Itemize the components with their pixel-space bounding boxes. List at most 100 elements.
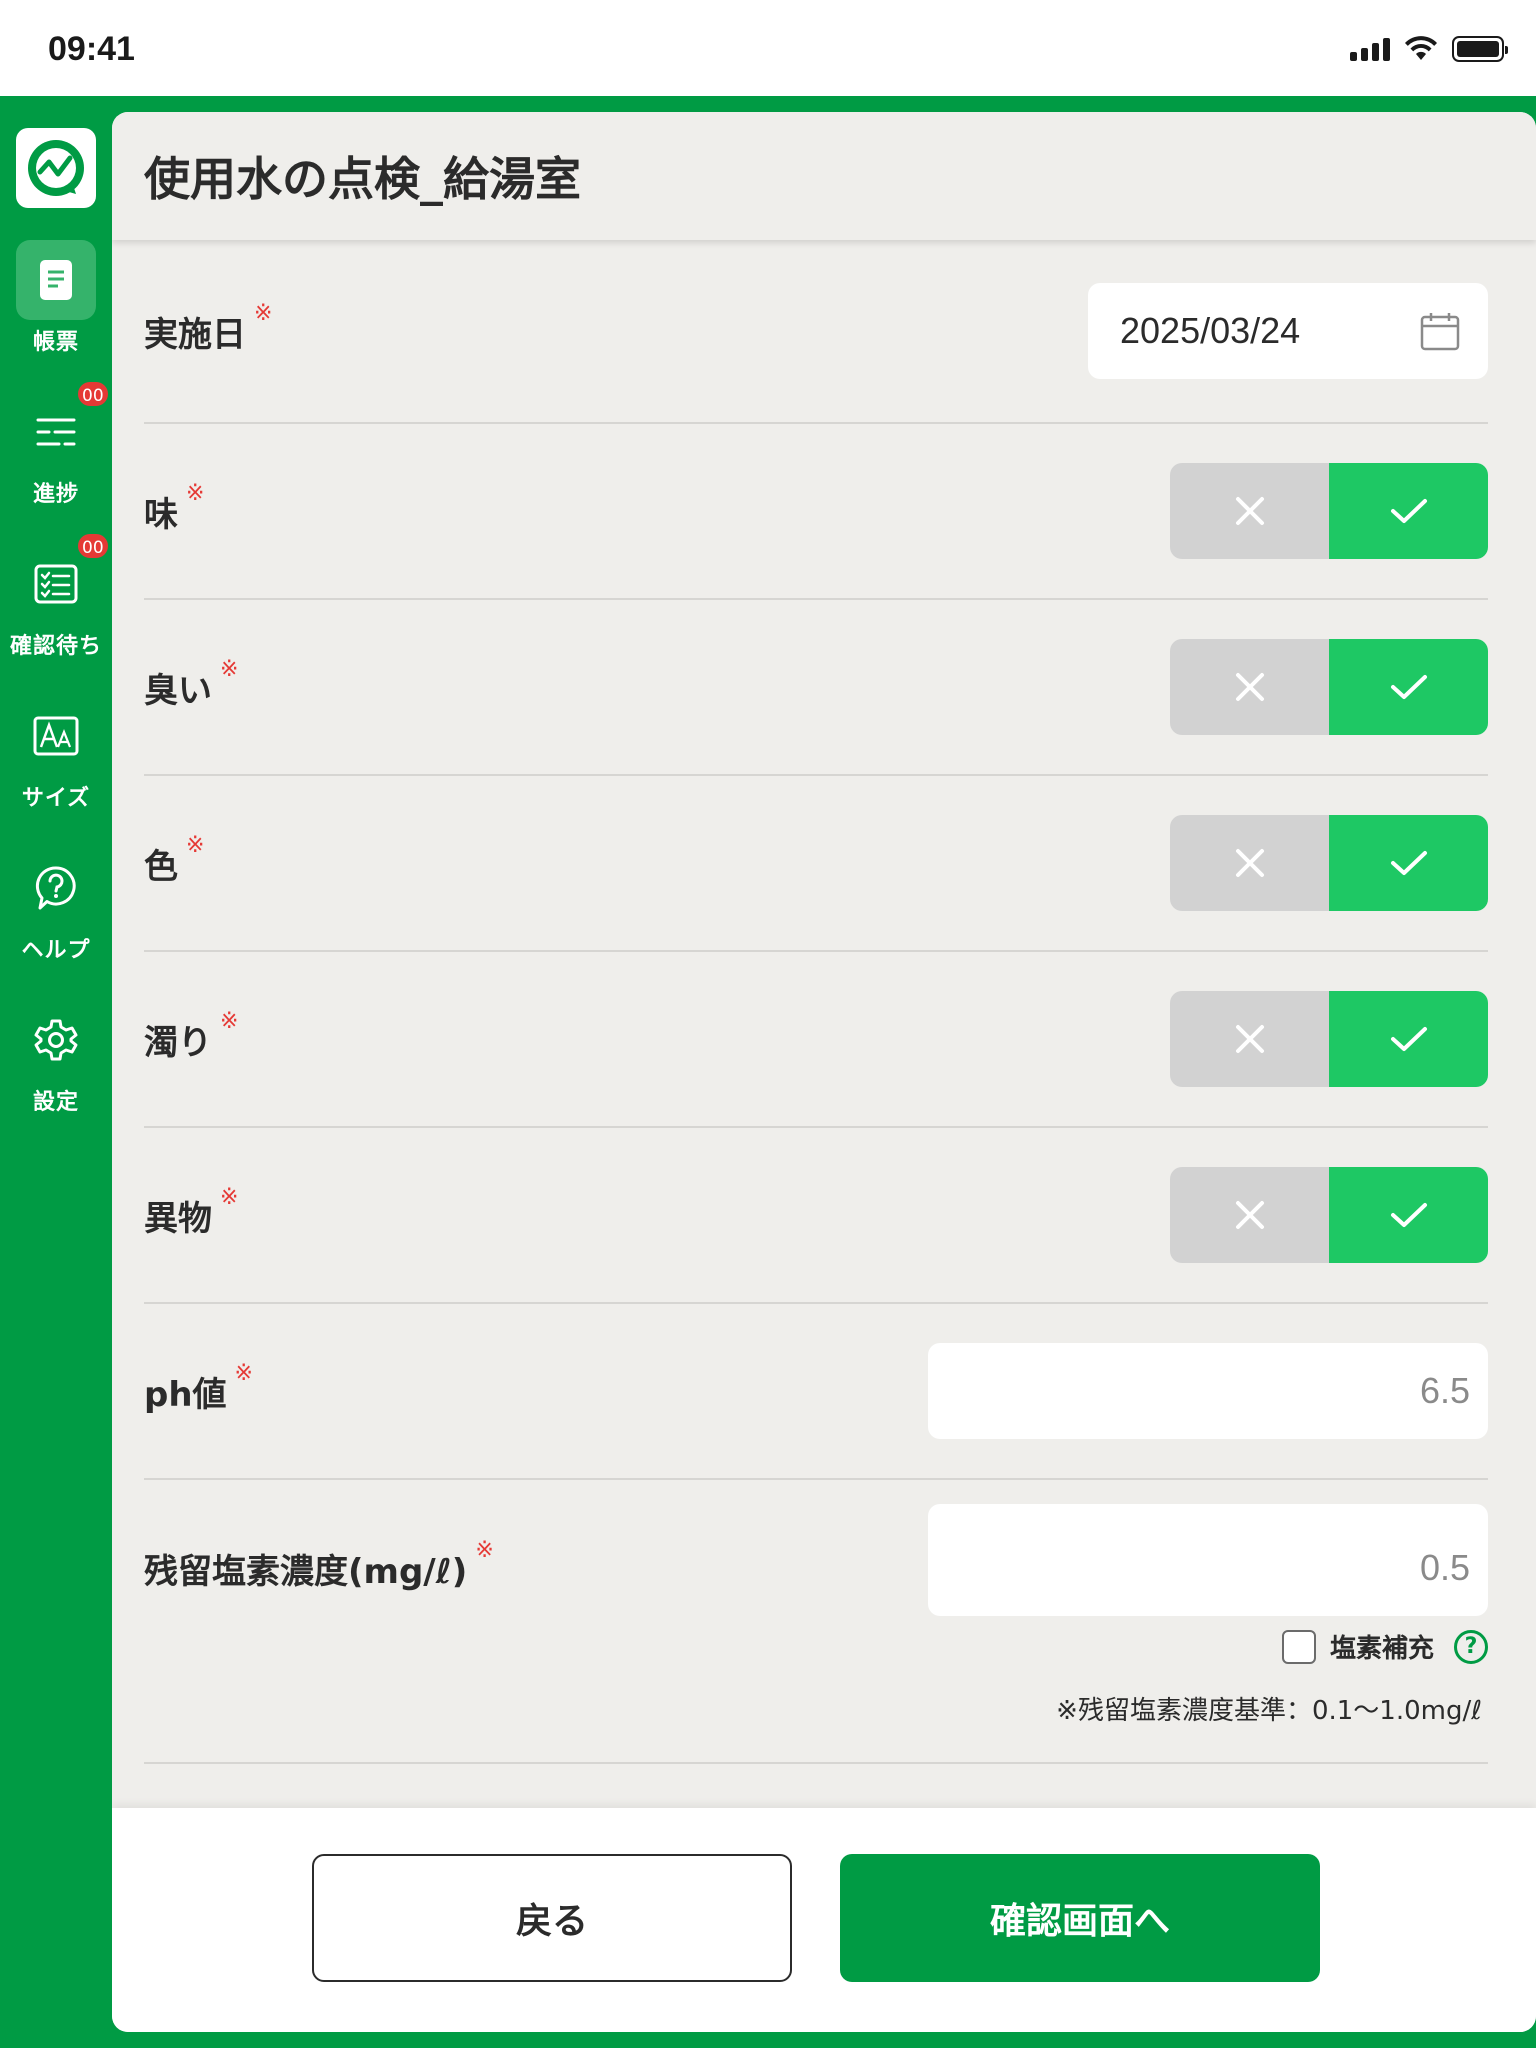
sidebar-item-forms[interactable]: 帳票	[0, 240, 112, 370]
text-size-icon	[33, 716, 79, 756]
label-text: 異物	[144, 1198, 212, 1239]
form-row-ph: ph値 ※ 6.5	[144, 1304, 1488, 1480]
confirm-button[interactable]: 確認画面へ	[840, 1854, 1320, 1982]
form-row-taste: 味 ※	[144, 424, 1488, 600]
required-mark: ※	[220, 1008, 239, 1034]
field-label-taste: 味 ※	[144, 481, 204, 536]
form-row-date: 実施日 ※ 2025/03/24	[144, 240, 1488, 424]
close-icon	[1235, 849, 1264, 877]
sidebar-item-label: 確認待ち	[9, 634, 102, 659]
ok-ng-toggle	[1170, 991, 1488, 1087]
close-icon	[1235, 1201, 1264, 1229]
ng-button[interactable]	[1170, 991, 1329, 1087]
required-mark: ※	[254, 300, 273, 326]
ok-ng-toggle	[1170, 815, 1488, 911]
field-label-color: 色 ※	[144, 833, 204, 888]
checkmark-icon	[1390, 851, 1427, 875]
nav-icon-wrap	[16, 1000, 96, 1080]
chlorine-refill-checkbox[interactable]	[1281, 1629, 1316, 1664]
required-mark: ※	[186, 480, 205, 506]
required-mark: ※	[220, 656, 239, 682]
label-text: ph値	[144, 1374, 227, 1415]
gear-icon	[34, 1019, 78, 1061]
ok-button[interactable]	[1329, 815, 1488, 911]
ok-button[interactable]	[1329, 1167, 1488, 1263]
field-label-odor: 臭い ※	[144, 657, 238, 712]
label-text: 濁り	[144, 1022, 212, 1063]
field-label-chlorine: 残留塩素濃度(mg/ℓ) ※	[144, 1538, 494, 1593]
form-row-odor: 臭い ※	[144, 600, 1488, 776]
checkmark-icon	[1390, 1203, 1427, 1227]
wifi-icon	[1405, 36, 1437, 60]
checklist-icon	[34, 564, 78, 604]
sidebar-item-settings[interactable]: 設定	[0, 1000, 112, 1130]
ok-ng-toggle	[1170, 1167, 1488, 1263]
close-icon	[1235, 497, 1264, 525]
battery-icon	[1452, 36, 1508, 62]
chlorine-standard-note: ※残留塩素濃度基準：0.1〜1.0mg/ℓ	[1056, 1696, 1482, 1726]
notification-badge: 00	[76, 380, 110, 408]
notification-badge: 00	[76, 532, 110, 560]
sidebar-item-size[interactable]: サイズ	[0, 696, 112, 826]
status-icons	[1350, 34, 1508, 64]
ng-button[interactable]	[1170, 639, 1329, 735]
ok-button[interactable]	[1329, 639, 1488, 735]
status-time: 09:41	[48, 30, 135, 68]
ng-button[interactable]	[1170, 1167, 1329, 1263]
panel-header: 使用水の点検_給湯室	[112, 112, 1536, 240]
label-text: 臭い	[144, 670, 212, 711]
required-mark: ※	[220, 1184, 239, 1210]
page-title: 使用水の点検_給湯室	[144, 152, 581, 206]
date-value: 2025/03/24	[1120, 310, 1301, 351]
required-mark: ※	[186, 832, 205, 858]
app-logo[interactable]	[16, 128, 96, 208]
ok-button[interactable]	[1329, 463, 1488, 559]
field-label-turbidity: 濁り ※	[144, 1009, 238, 1064]
required-mark: ※	[234, 1360, 253, 1386]
field-label-foreign-matter: 異物 ※	[144, 1185, 238, 1240]
ok-ng-toggle	[1170, 463, 1488, 559]
sidebar-item-label: サイズ	[21, 786, 91, 811]
form-row-foreign-matter: 異物 ※	[144, 1128, 1488, 1304]
sidebar-item-label: 帳票	[32, 330, 79, 355]
nav-icon-wrap	[16, 240, 96, 320]
close-icon	[1235, 1025, 1264, 1053]
question-icon[interactable]: ?	[1454, 1629, 1488, 1664]
ok-ng-toggle	[1170, 639, 1488, 735]
ng-button[interactable]	[1170, 463, 1329, 559]
sidebar-item-label: 設定	[32, 1090, 79, 1115]
ph-input[interactable]: 6.5	[928, 1343, 1488, 1439]
label-text: 実施日	[144, 314, 246, 355]
sidebar-item-label: 進捗	[32, 482, 79, 507]
field-label-date: 実施日 ※	[144, 301, 272, 356]
date-input[interactable]: 2025/03/24	[1088, 283, 1488, 379]
checkbox-label: 塩素補充	[1329, 1634, 1434, 1664]
sidebar-item-progress[interactable]: 進捗 00	[0, 380, 112, 522]
progress-list-icon	[36, 418, 76, 446]
form-row-color: 色 ※	[144, 776, 1488, 952]
status-bar: 09:41	[0, 0, 1536, 96]
sidebar-item-pending[interactable]: 確認待ち 00	[0, 532, 112, 674]
sidebar: 帳票 進捗 00 確認待ち 00 サイズ ヘルプ 設定	[0, 96, 112, 2048]
next-field-input[interactable]	[928, 1504, 1488, 1544]
required-mark: ※	[475, 1538, 494, 1563]
field-label-ph: ph値 ※	[144, 1361, 253, 1416]
calendar-icon[interactable]	[1420, 311, 1460, 351]
nav-icon-wrap	[16, 848, 96, 928]
back-button[interactable]: 戻る	[312, 1854, 792, 1982]
form-row-turbidity: 濁り ※	[144, 952, 1488, 1128]
cellular-signal-icon	[1350, 37, 1390, 61]
label-text: 味	[144, 494, 178, 535]
label-text: 残留塩素濃度(mg/ℓ)	[144, 1552, 468, 1592]
footer-bar: 戻る 確認画面へ	[112, 1808, 1536, 2032]
nav-icon-wrap	[16, 696, 96, 776]
chlorine-refill-option: 塩素補充 ?	[1281, 1628, 1488, 1665]
ok-button[interactable]	[1329, 991, 1488, 1087]
main-panel: 使用水の点検_給湯室 実施日 ※ 2025/03/24 味 ※ 臭い ※ 色 ※…	[112, 112, 1536, 2032]
ng-button[interactable]	[1170, 815, 1329, 911]
sidebar-item-help[interactable]: ヘルプ	[0, 848, 112, 978]
checkmark-icon	[1390, 675, 1427, 699]
sidebar-item-label: ヘルプ	[21, 938, 91, 963]
label-text: 色	[144, 846, 178, 887]
checkmark-icon	[1390, 499, 1427, 523]
